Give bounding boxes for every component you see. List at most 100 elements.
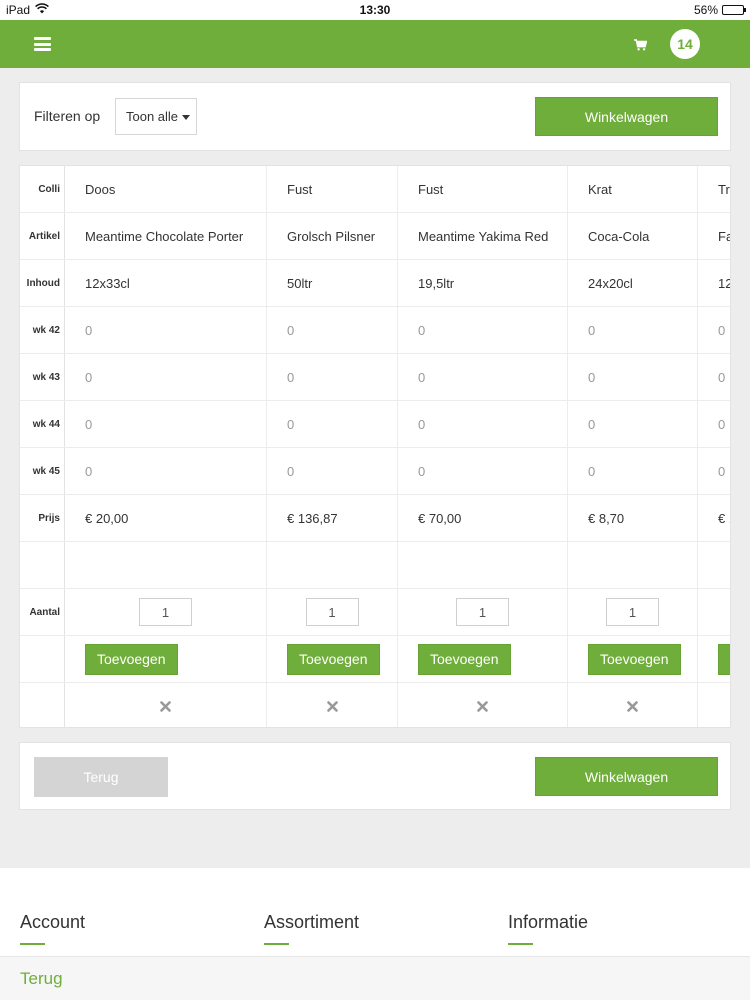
cell-wk44: 0 [698, 401, 730, 448]
cell-add: Toevoegen [267, 636, 397, 683]
cell-wk42: 0 [398, 307, 567, 354]
cell-remove [65, 683, 266, 727]
row-label: wk 42 [20, 307, 65, 354]
cell-add: Toevoegen [568, 636, 697, 683]
cell-wk44: 0 [65, 401, 266, 448]
clock: 13:30 [359, 3, 391, 17]
cell-prijs: € 70,00 [398, 495, 567, 542]
cell-wk42: 0 [698, 307, 730, 354]
cell-artikel: Meantime Yakima Red [398, 213, 567, 260]
row-label [20, 542, 65, 589]
back-button[interactable]: Terug [34, 757, 168, 797]
cell-colli: Fust [267, 166, 397, 213]
footer-heading-account[interactable]: Account [20, 912, 85, 933]
cart-button-bottom[interactable]: Winkelwagen [535, 757, 718, 796]
cell-wk44: 0 [398, 401, 567, 448]
row-label: wk 45 [20, 448, 65, 495]
product-table: Colli Artikel Inhoud wk 42 wk 43 wk 44 wk 45 Pr… [19, 165, 731, 728]
footer-heading-assortiment[interactable]: Assortiment [264, 912, 359, 933]
row-label-column: Colli Artikel Inhoud wk 42 wk 43 wk 44 wk 45 Pr… [20, 166, 65, 727]
cell-wk45: 0 [568, 448, 697, 495]
remove-icon[interactable] [627, 700, 638, 712]
cell-spacer [698, 542, 730, 589]
cell-add: Toevoegen [65, 636, 266, 683]
cell-wk44: 0 [568, 401, 697, 448]
remove-icon[interactable] [326, 700, 338, 712]
add-to-cart-button[interactable]: Toevoegen [588, 643, 681, 675]
filter-label: Filteren op [34, 108, 101, 124]
quantity-input[interactable] [606, 598, 659, 626]
cell-remove [568, 683, 697, 727]
footer-back-link[interactable]: Terug [20, 969, 63, 989]
cell-wk45: 0 [398, 448, 567, 495]
row-label [20, 683, 65, 727]
cell-prijs: € 8,70 [568, 495, 697, 542]
cell-add: Toevoegen [398, 636, 567, 683]
filter-select-value: Toon alle [126, 109, 179, 124]
cell-inhoud: 50ltr [267, 260, 397, 307]
cell-inhoud: 12 [698, 260, 730, 307]
cell-artikel: Coca-Cola [568, 213, 697, 260]
cell-colli: Krat [568, 166, 697, 213]
cart-icon[interactable] [634, 38, 648, 56]
footer-underline [264, 943, 289, 945]
cell-spacer [65, 542, 266, 589]
cell-spacer [568, 542, 697, 589]
battery-icon [722, 5, 746, 15]
cell-add: T [698, 636, 730, 683]
add-to-cart-button[interactable]: T [718, 643, 730, 675]
remove-icon[interactable] [160, 700, 171, 712]
cell-remove [398, 683, 567, 727]
filter-select[interactable]: Toon alle [115, 98, 197, 135]
cell-colli: Doos [65, 166, 266, 213]
product-column: KratCoca-Cola24x20cl0000€ 8,70Toevoegen [568, 166, 698, 727]
cart-button-top[interactable]: Winkelwagen [535, 97, 718, 136]
row-label: wk 43 [20, 354, 65, 401]
cell-prijs: € 136,87 [267, 495, 397, 542]
cell-wk42: 0 [65, 307, 266, 354]
row-label: Artikel [20, 213, 65, 260]
quantity-input[interactable] [139, 598, 192, 626]
cell-wk45: 0 [698, 448, 730, 495]
cell-wk43: 0 [398, 354, 567, 401]
add-to-cart-button[interactable]: Toevoegen [85, 643, 178, 675]
bottom-actions: Terug Winkelwagen [19, 742, 731, 810]
product-column: Fust Meantime Yakima Red 19,5ltr 0 0 0 0 € 70,0… [398, 166, 568, 727]
cell-aantal [398, 589, 567, 636]
row-label [20, 636, 65, 683]
cell-inhoud: 12x33cl [65, 260, 266, 307]
cell-inhoud: 19,5ltr [398, 260, 567, 307]
remove-icon[interactable] [477, 700, 488, 712]
cell-wk42: 0 [267, 307, 397, 354]
cell-prijs: € 1 [698, 495, 730, 542]
cell-wk45: 0 [267, 448, 397, 495]
cell-wk45: 0 [65, 448, 266, 495]
filter-bar: Filteren op Toon alle Winkelwagen [19, 82, 731, 151]
cell-wk43: 0 [65, 354, 266, 401]
product-column: Doos Meantime Chocolate Porter 12x33cl 0 0 0 0… [65, 166, 267, 727]
cell-artikel: Meantime Chocolate Porter [65, 213, 266, 260]
cell-remove [267, 683, 397, 727]
quantity-input[interactable] [305, 598, 359, 626]
cell-colli: Tra [698, 166, 730, 213]
menu-icon[interactable] [34, 37, 51, 51]
footer-heading-informatie[interactable]: Informatie [508, 912, 588, 933]
cell-aantal [65, 589, 266, 636]
cell-wk44: 0 [267, 401, 397, 448]
add-to-cart-button[interactable]: Toevoegen [418, 643, 511, 675]
cell-aantal [568, 589, 697, 636]
cell-wk43: 0 [698, 354, 730, 401]
cell-prijs: € 20,00 [65, 495, 266, 542]
row-label: Prijs [20, 495, 65, 542]
cell-wk43: 0 [568, 354, 697, 401]
cart-count-badge[interactable]: 14 [670, 29, 700, 59]
row-label: wk 44 [20, 401, 65, 448]
row-label: Colli [20, 166, 65, 213]
cell-spacer [398, 542, 567, 589]
product-column: FustGrolsch Pilsner50ltr0000€ 136,87Toev… [267, 166, 398, 727]
top-navigation: 14 [0, 20, 750, 68]
footer-underline [508, 943, 533, 945]
add-to-cart-button[interactable]: Toevoegen [287, 643, 380, 675]
quantity-input[interactable] [456, 598, 509, 626]
battery-percent: 56% [693, 3, 718, 17]
